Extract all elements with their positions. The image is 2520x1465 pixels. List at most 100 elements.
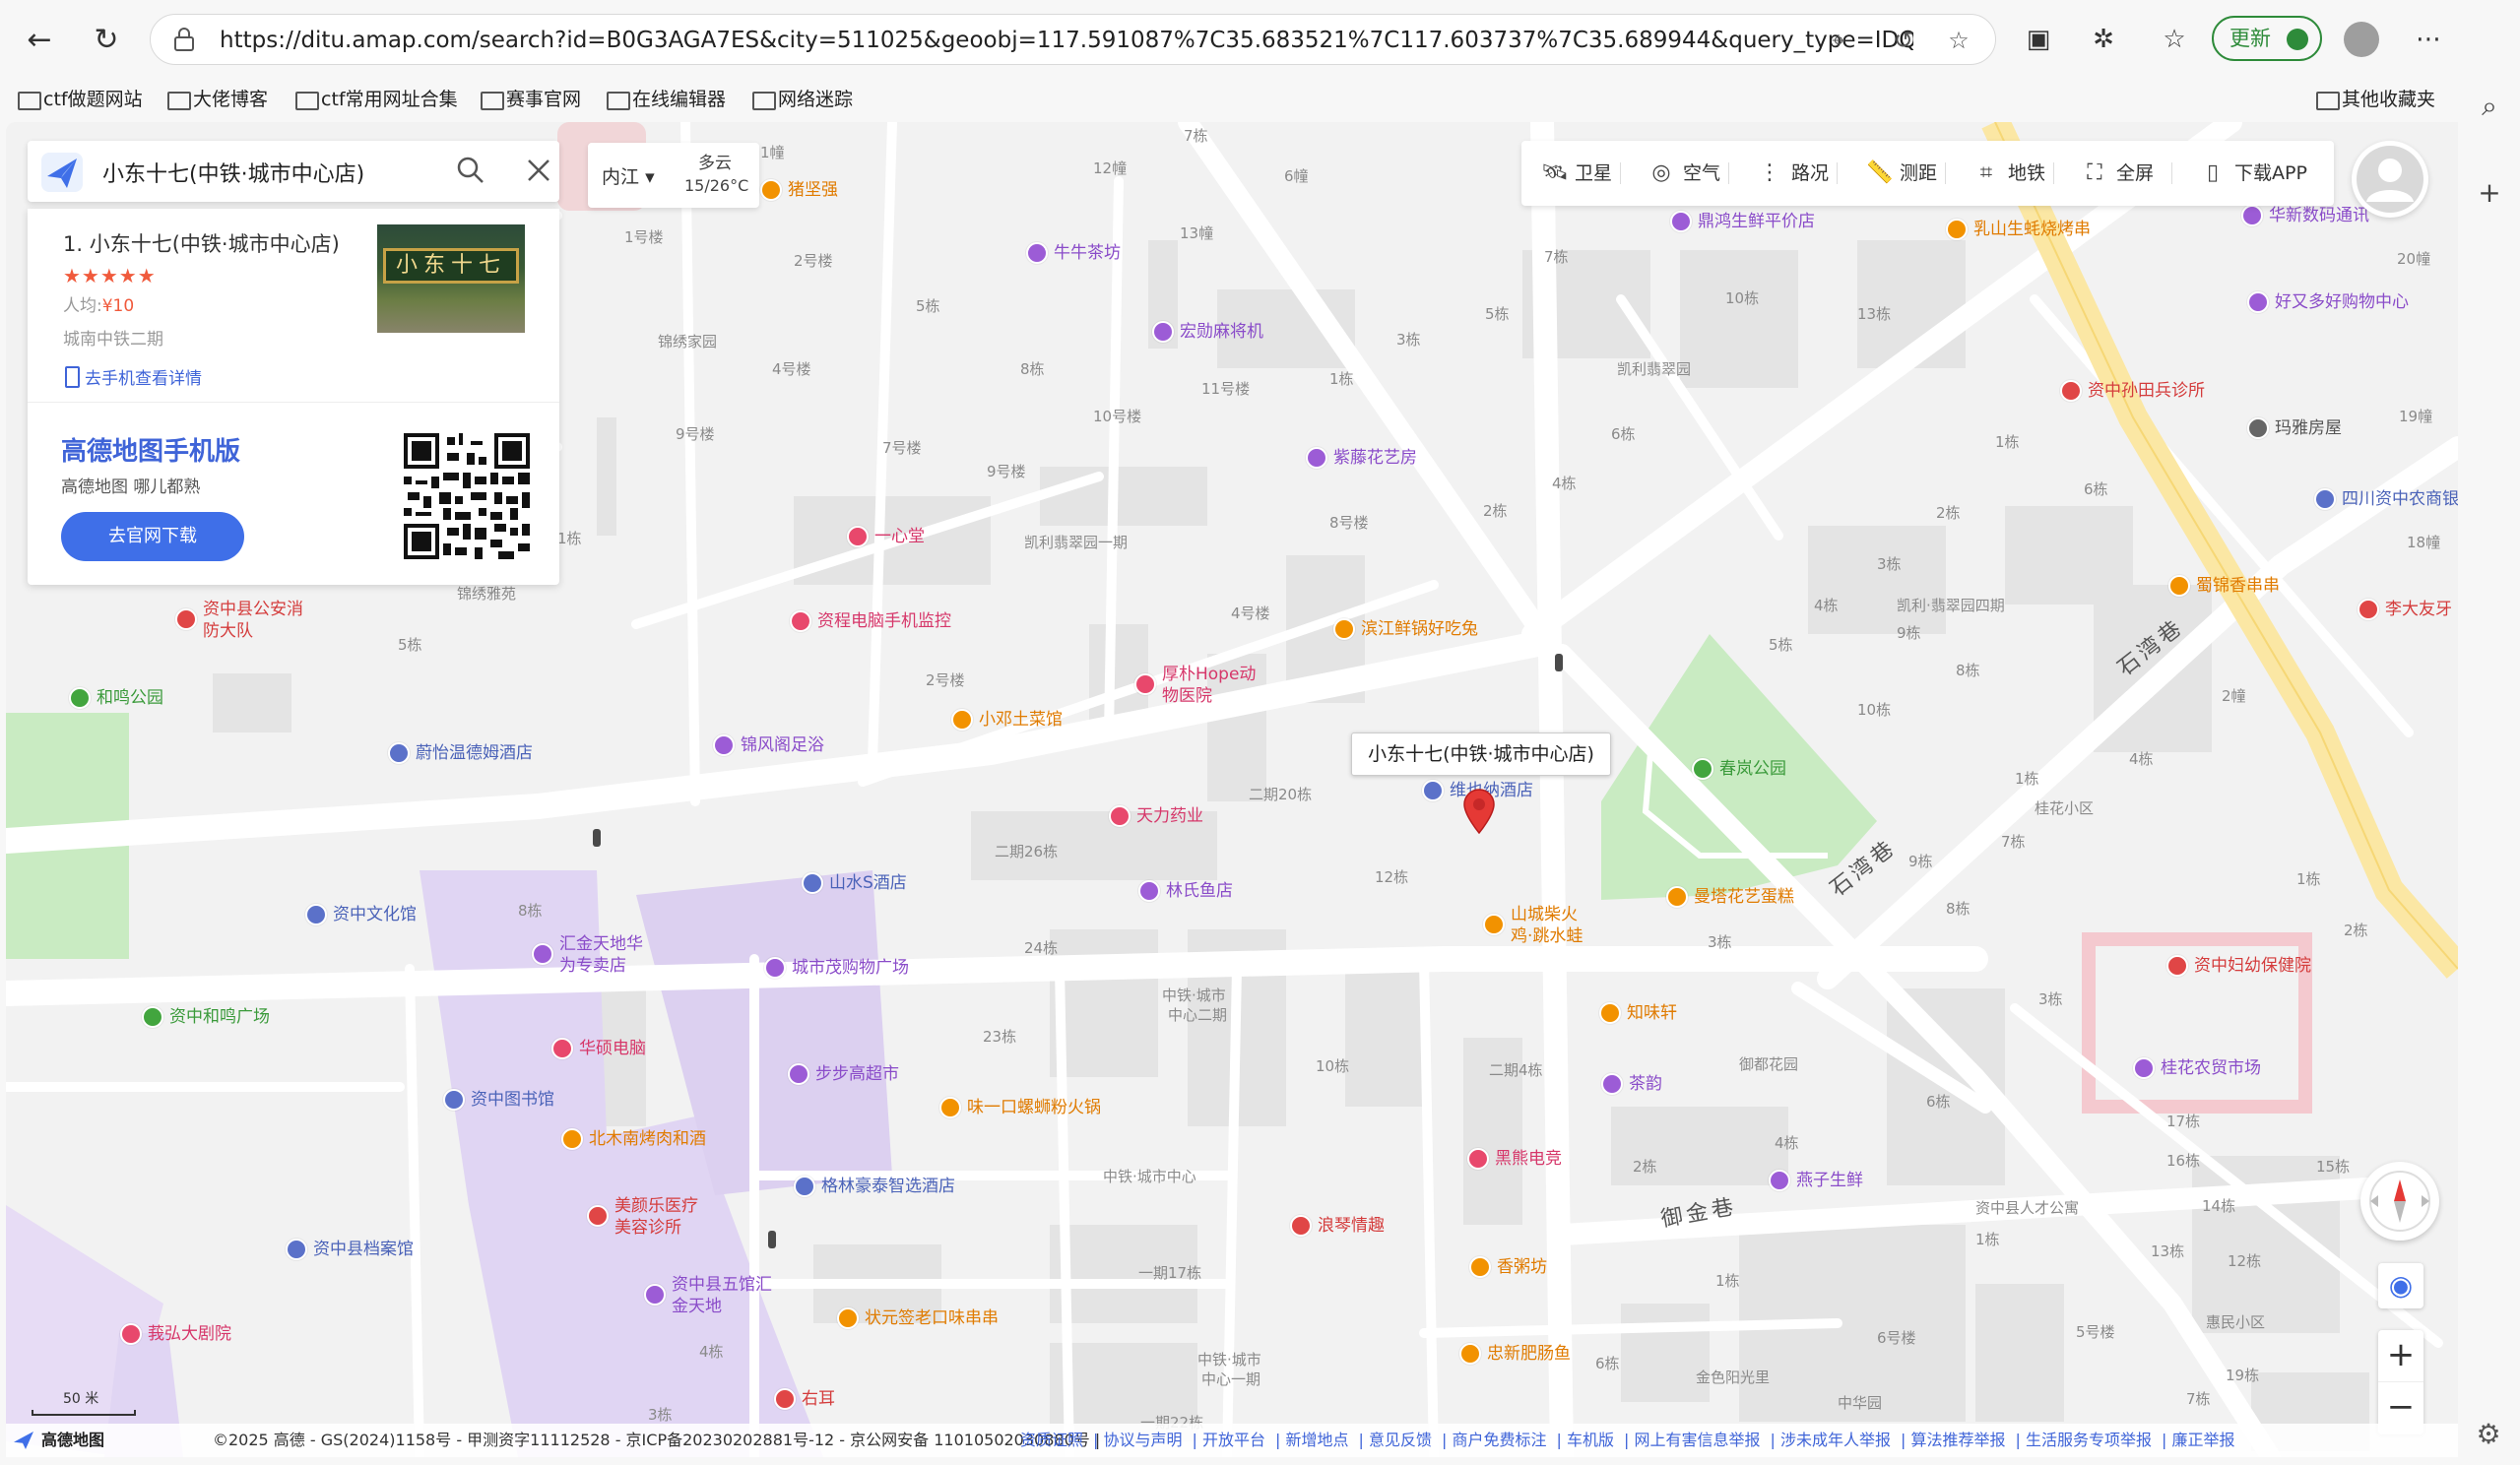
- amap-brand-logo[interactable]: 高德地图: [14, 1424, 104, 1457]
- map-poi[interactable]: 曼塔花艺蛋糕: [1666, 886, 1794, 912]
- map-poi[interactable]: 状元签老口味串串: [837, 1307, 999, 1333]
- download-button[interactable]: 去官网下载: [61, 512, 244, 561]
- map-poi[interactable]: 资中县公安消防大队: [175, 599, 303, 642]
- map-poi[interactable]: 锦风阁足浴: [713, 734, 824, 760]
- bookmark-folder[interactable]: 网络迷踪: [748, 83, 853, 116]
- map-poi[interactable]: 黑熊电竞: [1467, 1148, 1562, 1174]
- download-app-button[interactable]: ▯ 下载APP: [2201, 159, 2307, 187]
- map-poi[interactable]: 春岚公园: [1692, 758, 1786, 784]
- refresh-icon[interactable]: ↻: [85, 18, 128, 61]
- footer-link[interactable]: 协议与声明: [1104, 1431, 1183, 1449]
- result-title[interactable]: 1. 小东十七(中铁·城市中心店): [63, 228, 340, 258]
- map-poi[interactable]: 山城柴火鸡·跳水蛙: [1483, 904, 1591, 947]
- footer-link[interactable]: 开放平台: [1202, 1431, 1265, 1449]
- map-poi[interactable]: 紫藤花艺房: [1306, 447, 1417, 473]
- map-poi[interactable]: 资中县五馆汇金天地: [644, 1274, 772, 1317]
- weather-widget[interactable]: 内江 ▾ 多云 15/26°C: [588, 143, 759, 208]
- footer-link[interactable]: 网上有害信息举报: [1635, 1431, 1761, 1449]
- map-poi[interactable]: 蔚怡温德姆酒店: [388, 742, 533, 768]
- fullscreen-button[interactable]: ⛶ 全屏: [2083, 159, 2154, 187]
- view-on-phone-link[interactable]: 去手机查看详情: [63, 364, 202, 389]
- map-poi[interactable]: 滨江鲜锅好吃兔: [1333, 618, 1478, 644]
- map-poi[interactable]: 美颜乐医疗美容诊所: [587, 1195, 705, 1239]
- location-marker-icon[interactable]: [1462, 788, 1496, 835]
- map-poi[interactable]: 格林豪泰智选酒店: [794, 1176, 955, 1201]
- more-menu-icon[interactable]: ⋯: [2411, 22, 2446, 57]
- map-poi[interactable]: 资程电脑手机监控: [790, 610, 951, 636]
- user-avatar-icon[interactable]: [2352, 141, 2428, 218]
- map-poi[interactable]: 右耳: [774, 1388, 835, 1414]
- map-poi[interactable]: 知味轩: [1599, 1002, 1677, 1028]
- map-poi[interactable]: 四川资中农商银: [2314, 488, 2458, 514]
- map-poi[interactable]: 资中孙田兵诊所: [2060, 380, 2205, 406]
- map-poi[interactable]: 鼎鸿生鲜平价店: [1670, 211, 1815, 236]
- map-poi[interactable]: 林氏鱼店: [1138, 880, 1233, 906]
- favorite-star-icon[interactable]: ☆: [1945, 27, 1972, 54]
- map-poi[interactable]: 玛雅房屋: [2247, 417, 2342, 443]
- map-poi[interactable]: 小邓土菜馆: [951, 709, 1063, 734]
- poi-callout[interactable]: 小东十七(中铁·城市中心店): [1351, 732, 1611, 776]
- map-poi[interactable]: 城市茂购物广场: [764, 957, 909, 983]
- footer-link[interactable]: 新增地点: [1286, 1431, 1349, 1449]
- map-poi[interactable]: 厚朴Hope动物医院: [1134, 664, 1262, 707]
- map-poi[interactable]: 天力药业: [1109, 805, 1203, 831]
- map-poi[interactable]: 桂花农贸市场: [2133, 1057, 2261, 1083]
- search-input[interactable]: 小东十七(中铁·城市中心店): [102, 157, 364, 188]
- map-poi[interactable]: 资中图书馆: [443, 1089, 554, 1115]
- back-arrow-icon[interactable]: ←: [18, 18, 61, 61]
- address-bar[interactable]: https://ditu.amap.com/search?id=B0G3AGA7…: [150, 14, 1996, 65]
- search-box[interactable]: 小东十七(中铁·城市中心店): [28, 141, 559, 202]
- url-text[interactable]: https://ditu.amap.com/search?id=B0G3AGA7…: [220, 27, 1913, 54]
- update-button[interactable]: 更新: [2212, 16, 2322, 61]
- map-poi[interactable]: 燕子生鲜: [1769, 1170, 1863, 1195]
- translate-icon[interactable]: ↺: [1890, 27, 1917, 54]
- map-poi[interactable]: 李大友牙: [2358, 599, 2452, 624]
- profile-avatar[interactable]: [2344, 22, 2379, 57]
- favorites-icon[interactable]: ☆: [2157, 22, 2192, 57]
- satellite-button[interactable]: 🛰 卫星: [1541, 159, 1612, 187]
- bookmark-folder[interactable]: 赛事官网: [477, 83, 581, 116]
- map-poi[interactable]: 山水S酒店: [802, 872, 907, 898]
- map-poi[interactable]: 猪坚强: [760, 179, 838, 205]
- map-poi[interactable]: 资中和鸣广场: [142, 1006, 270, 1032]
- map-poi[interactable]: 香粥坊: [1469, 1256, 1547, 1282]
- map-poi[interactable]: 华硕电脑: [551, 1038, 646, 1063]
- locate-me-icon[interactable]: ◉: [2378, 1263, 2423, 1308]
- map-poi[interactable]: 莪弘大剧院: [120, 1323, 231, 1349]
- map-poi[interactable]: 步步高超市: [788, 1063, 899, 1089]
- compass-icon[interactable]: [2360, 1162, 2439, 1241]
- footer-link[interactable]: 资质证照: [1020, 1431, 1083, 1449]
- map-poi[interactable]: 汇金天地华为专卖店: [532, 933, 650, 977]
- map-poi[interactable]: 茶韵: [1601, 1073, 1662, 1099]
- subway-button[interactable]: ⌗ 地铁: [1974, 159, 2045, 187]
- reader-mode-icon[interactable]: ▣: [2021, 22, 2056, 57]
- map-poi[interactable]: 华新数码通讯: [2241, 205, 2369, 230]
- footer-link[interactable]: 算法推荐举报: [1911, 1431, 2006, 1449]
- footer-link[interactable]: 意见反馈: [1369, 1431, 1432, 1449]
- map-poi[interactable]: 北木南烤肉和酒: [561, 1128, 706, 1154]
- air-quality-button[interactable]: ◎ 空气: [1649, 159, 1720, 187]
- map-poi[interactable]: 味一口螺蛳粉火锅: [939, 1097, 1101, 1122]
- bookmark-folder[interactable]: ctf常用网址合集: [291, 83, 458, 116]
- map-poi[interactable]: 一心堂: [847, 526, 925, 551]
- map-poi[interactable]: 资中妇幼保健院: [2166, 955, 2311, 981]
- map-poi[interactable]: 和鸣公园: [69, 687, 163, 713]
- map-poi[interactable]: 资中县档案馆: [286, 1239, 414, 1264]
- settings-gear-icon[interactable]: ⚙: [2472, 1418, 2505, 1451]
- sidebar-search-icon[interactable]: ⌕: [2472, 89, 2507, 124]
- measure-button[interactable]: 📏 测距: [1866, 159, 1937, 187]
- map-poi[interactable]: 资中文化馆: [305, 904, 417, 929]
- map-poi[interactable]: 蜀锦香串串: [2168, 575, 2280, 601]
- bookmark-folder[interactable]: 在线编辑器: [603, 83, 726, 116]
- footer-link[interactable]: 廉正举报: [2172, 1431, 2235, 1449]
- store-photo[interactable]: 小东十七: [377, 224, 525, 333]
- map-poi[interactable]: 浪琴情趣: [1290, 1215, 1385, 1241]
- sidebar-add-icon[interactable]: +: [2472, 175, 2507, 211]
- close-icon[interactable]: [525, 157, 552, 184]
- map-poi[interactable]: 好又多好购物中心: [2247, 291, 2409, 317]
- other-bookmarks-folder[interactable]: 其他收藏夹: [2312, 83, 2435, 116]
- map-poi[interactable]: 牛牛茶坊: [1026, 242, 1121, 268]
- map-poi[interactable]: 忠新肥肠鱼: [1459, 1343, 1571, 1369]
- city-selector[interactable]: 内江 ▾: [602, 162, 655, 189]
- footer-link[interactable]: 车机版: [1567, 1431, 1614, 1449]
